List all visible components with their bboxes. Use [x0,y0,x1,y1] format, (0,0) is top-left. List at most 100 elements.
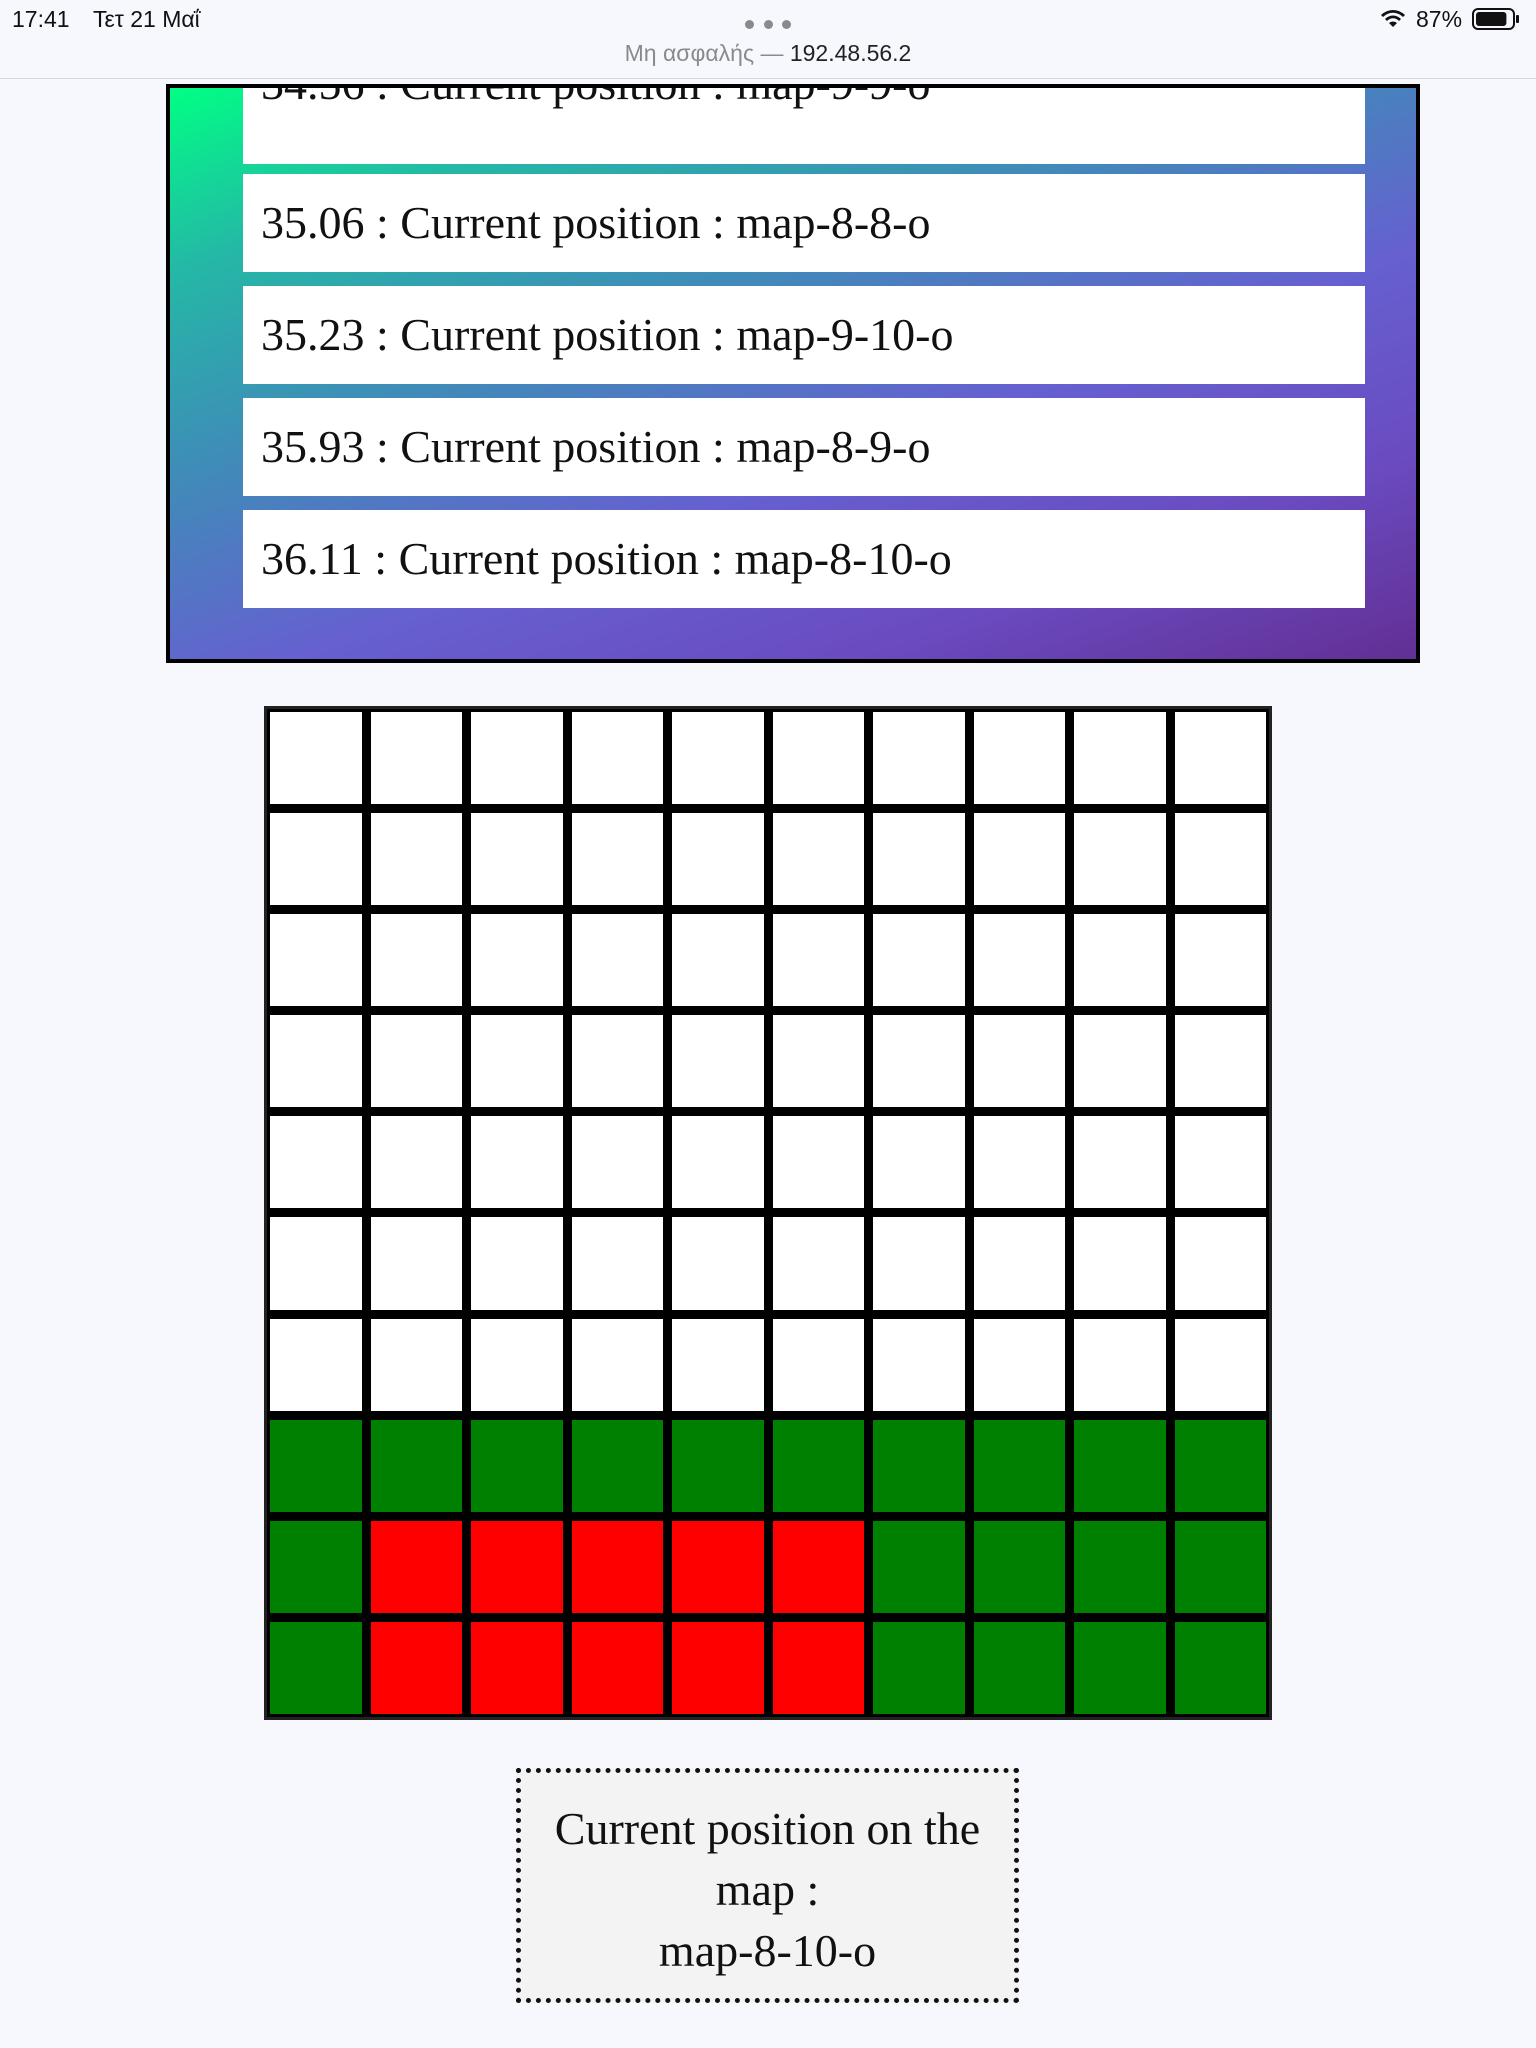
map-cell-empty [873,1217,965,1310]
map-cell-ground [873,1419,965,1512]
log-entry: 35.23 : Current position : map-9-10-o [243,286,1365,384]
map-cell-empty [772,1015,864,1108]
map-cell-ground [973,1520,1065,1613]
map-cell-ground [571,1419,663,1512]
map-cell-empty [1074,914,1166,1007]
map-cell-ground [973,1419,1065,1512]
map-cell-hazard [772,1520,864,1613]
map-cell-empty [772,1116,864,1209]
map-cell-empty [1174,1217,1266,1310]
map-cell-empty [973,712,1065,805]
map-cell-empty [471,813,563,906]
map-cell-empty [1174,1318,1266,1411]
map-cell-empty [1074,1217,1166,1310]
map-cell-ground [270,1419,362,1512]
map-cell-hazard [672,1520,764,1613]
map-cell-hazard [672,1621,764,1714]
current-position-label-cont: map : [715,1864,820,1915]
map-cell-ground [873,1621,965,1714]
map-cell-empty [571,1015,663,1108]
current-position-box: Current position on the map : map-8-10-o [516,1768,1019,2003]
map-cell-empty [270,914,362,1007]
map-cell-empty [471,914,563,1007]
map-cell-empty [370,1116,462,1209]
map-cell-empty [1174,914,1266,1007]
map-cell-empty [571,712,663,805]
map-cell-ground [1074,1419,1166,1512]
map-cell-empty [1074,712,1166,805]
map-cell-ground [270,1520,362,1613]
map-cell-ground [1174,1520,1266,1613]
map-cell-empty [672,1217,764,1310]
map-cell-ground [471,1419,563,1512]
log-entry: 35.93 : Current position : map-8-9-o [243,398,1365,496]
map-cell-empty [873,813,965,906]
map-cell-empty [1174,712,1266,805]
map-cell-hazard [471,1520,563,1613]
map-cell-ground [672,1419,764,1512]
address-bar[interactable]: Μη ασφαλής — 192.48.56.2 [0,40,1536,67]
map-cell-empty [471,712,563,805]
battery-icon [1472,8,1519,30]
map-cell-empty [270,1217,362,1310]
status-time: 17:41 [12,6,70,32]
map-cell-empty [873,1318,965,1411]
log-entry: 34.56 : Current position : map-9-9-o [243,88,1365,164]
map-cell-empty [370,1318,462,1411]
map-cell-hazard [370,1621,462,1714]
map-cell-empty [973,914,1065,1007]
map-cell-empty [471,1015,563,1108]
position-log-panel[interactable]: 34.56 : Current position : map-9-9-o 35.… [166,84,1420,663]
map-cell-empty [772,914,864,1007]
map-cell-ground [270,1621,362,1714]
map-cell-empty [571,813,663,906]
map-cell-empty [772,712,864,805]
map-cell-empty [270,1318,362,1411]
status-bar: 17:41 Τετ 21 Μαΐ Μη ασφαλής — 192.48.56.… [0,0,1536,79]
map-cell-empty [873,712,965,805]
map-cell-empty [1074,1318,1166,1411]
map-cell-empty [672,1116,764,1209]
map-cell-empty [370,1217,462,1310]
map-cell-empty [370,914,462,1007]
map-cell-empty [370,813,462,906]
map-cell-empty [772,1318,864,1411]
map-cell-ground [1174,1419,1266,1512]
map-cell-empty [672,1318,764,1411]
map-cell-ground [772,1419,864,1512]
map-cell-empty [1174,1015,1266,1108]
map-cell-empty [571,1318,663,1411]
map-cell-hazard [772,1621,864,1714]
map-cell-empty [270,1015,362,1108]
map-cell-hazard [571,1520,663,1613]
map-cell-empty [672,712,764,805]
map-cell-empty [1074,1116,1166,1209]
map-cell-empty [973,1116,1065,1209]
map-cell-empty [370,712,462,805]
map-cell-empty [471,1116,563,1209]
map-cell-ground [1074,1520,1166,1613]
map-cell-empty [471,1318,563,1411]
map-cell-ground [370,1419,462,1512]
map-cell-empty [370,1015,462,1108]
map-cell-ground [873,1520,965,1613]
map-cell-empty [1174,1116,1266,1209]
map-cell-empty [772,1217,864,1310]
map-cell-empty [873,914,965,1007]
map-cell-empty [270,712,362,805]
map-cell-empty [973,813,1065,906]
map-grid [264,706,1272,1720]
current-position-label: Current position on the [554,1803,981,1854]
map-cell-empty [772,813,864,906]
more-options-icon[interactable] [745,20,791,30]
log-entry: 36.11 : Current position : map-8-10-o [243,510,1365,608]
map-cell-empty [973,1217,1065,1310]
map-cell-empty [270,813,362,906]
map-cell-empty [1174,813,1266,906]
map-cell-hazard [571,1621,663,1714]
log-entry: 35.06 : Current position : map-8-8-o [243,174,1365,272]
security-label: Μη ασφαλής — [624,40,784,66]
map-cell-empty [1074,1015,1166,1108]
map-cell-empty [672,813,764,906]
map-cell-empty [873,1116,965,1209]
